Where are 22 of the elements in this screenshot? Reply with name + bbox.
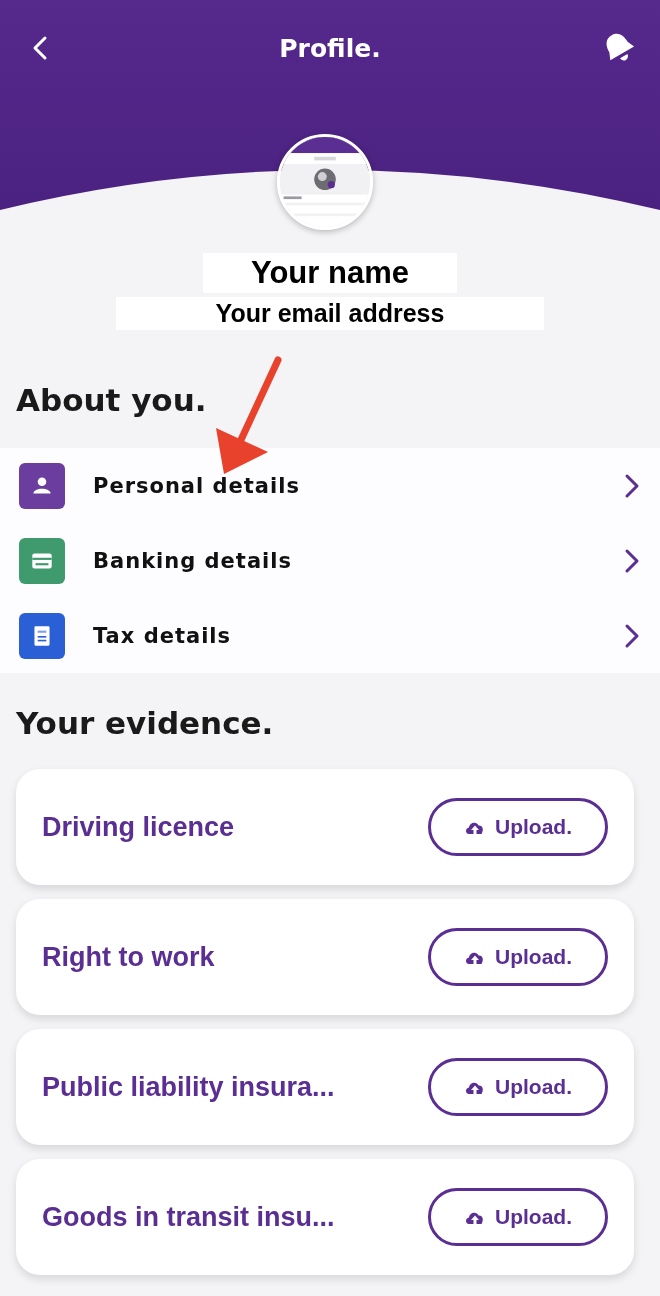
list-item[interactable]: Banking details bbox=[0, 523, 660, 598]
evidence-title: Driving licence bbox=[42, 811, 236, 843]
profile-email: Your email address bbox=[115, 297, 545, 330]
upload-button[interactable]: Upload. bbox=[428, 928, 608, 986]
upload-button[interactable]: Upload. bbox=[428, 1188, 608, 1246]
section-heading: Your evidence. bbox=[16, 704, 274, 743]
item-label: Tax details bbox=[93, 623, 233, 648]
section-heading: About you. bbox=[16, 381, 207, 420]
profile-name: Your name bbox=[203, 253, 457, 293]
chevron-icon bbox=[624, 472, 640, 499]
chevron-icon bbox=[624, 547, 640, 574]
chevron-icon bbox=[624, 622, 640, 649]
item-label: Personal details bbox=[93, 473, 301, 498]
upload-button[interactable]: Upload. bbox=[428, 798, 608, 856]
evidence-title: Right to work bbox=[42, 941, 216, 973]
page-title: Profile. bbox=[279, 33, 381, 63]
list-item[interactable]: Tax details bbox=[0, 598, 660, 673]
item-label: Banking details bbox=[93, 548, 293, 573]
evidence-title: Goods in transit insu... bbox=[42, 1201, 336, 1233]
evidence-title: Public liability insura... bbox=[42, 1071, 336, 1103]
list-item[interactable]: Personal details bbox=[0, 448, 660, 523]
upload-button[interactable]: Upload. bbox=[428, 1058, 608, 1116]
